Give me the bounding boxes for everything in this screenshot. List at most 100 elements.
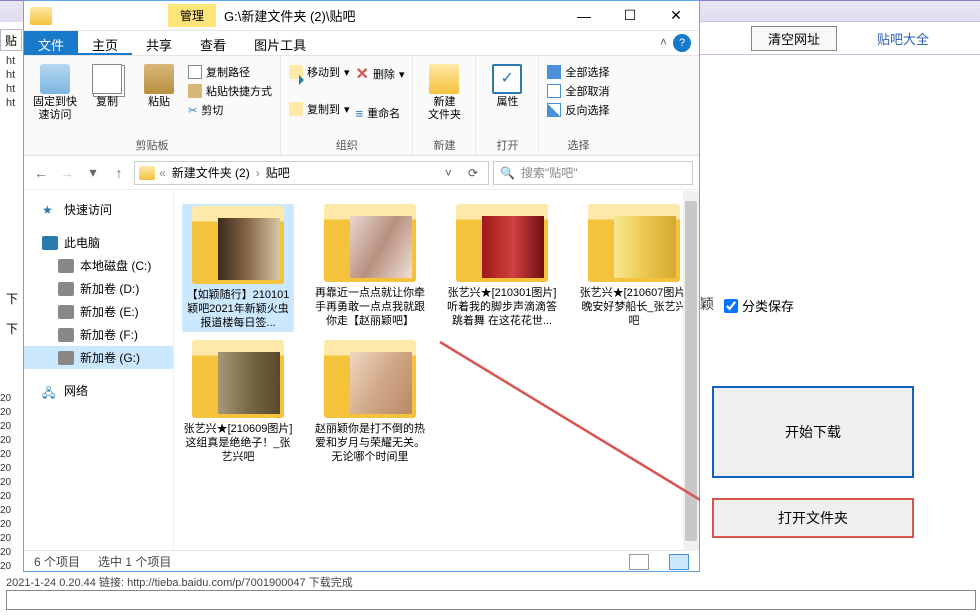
paste-shortcut-button[interactable]: 粘贴快捷方式 bbox=[188, 83, 272, 99]
ribbon-group-new: 新建 文件夹 新建 bbox=[413, 56, 476, 155]
breadcrumb[interactable]: « 新建文件夹 (2) › 贴吧 ˅ ⟳ bbox=[134, 161, 489, 185]
log-box-border bbox=[6, 590, 976, 610]
cut-button[interactable]: ✂剪切 bbox=[188, 102, 272, 118]
recent-dropdown-icon[interactable]: ▾ bbox=[82, 162, 104, 184]
search-input[interactable]: 🔍 搜索"贴吧" bbox=[493, 161, 693, 185]
nav-this-pc[interactable]: 此电脑 bbox=[24, 231, 173, 254]
clear-url-button[interactable]: 清空网址 bbox=[751, 26, 837, 51]
address-bar-row: ← → ▾ ↑ « 新建文件夹 (2) › 贴吧 ˅ ⟳ 🔍 搜索"贴吧" bbox=[24, 156, 699, 190]
back-button[interactable]: ← bbox=[30, 162, 52, 184]
select-none-button[interactable]: 全部取消 bbox=[547, 83, 609, 99]
help-icon[interactable]: ? bbox=[673, 34, 691, 52]
properties-button[interactable]: 属性 bbox=[484, 60, 530, 135]
ribbon: 固定到快 速访问 复制 粘贴 复制路径 粘贴快捷方式 ✂剪切 剪贴板 移动到 ▾… bbox=[24, 56, 699, 156]
scrollbar[interactable] bbox=[683, 191, 699, 551]
category-save-checkbox[interactable]: 分类保存 bbox=[724, 296, 794, 315]
menu-share[interactable]: 共享 bbox=[132, 31, 186, 55]
folder-thumbnail bbox=[324, 204, 416, 282]
folder-name: 张艺兴★[210301图片]听着我的脚步声滴滴答跳着舞 在这花花世... bbox=[446, 286, 558, 328]
group-label-organize: 组织 bbox=[336, 135, 358, 155]
nav-drive-g[interactable]: 新加卷 (G:) bbox=[24, 346, 173, 369]
category-save-input[interactable] bbox=[724, 299, 738, 313]
menu-file[interactable]: 文件 bbox=[24, 31, 78, 55]
folder-name: 再靠近一点点就让你牵手再勇敢一点点我就跟你走【赵丽颖吧】 bbox=[314, 286, 426, 328]
maximize-button[interactable]: ☐ bbox=[607, 1, 653, 31]
navigation-pane: ★快速访问 此电脑 本地磁盘 (C:) 新加卷 (D:) 新加卷 (E:) 新加… bbox=[24, 190, 174, 550]
minimize-button[interactable]: — bbox=[561, 1, 607, 31]
folder-thumbnail bbox=[192, 340, 284, 418]
window-icon bbox=[30, 7, 52, 25]
item-count: 6 个项目 bbox=[34, 553, 80, 570]
pin-quick-access-button[interactable]: 固定到快 速访问 bbox=[32, 60, 78, 135]
delete-button[interactable]: ✕删除 ▾ bbox=[356, 64, 405, 84]
folder-name: 【如颖随行】210101颖吧2021年新颖火虫报道楼每日签... bbox=[184, 288, 292, 330]
menu-picture-tools[interactable]: 图片工具 bbox=[240, 31, 320, 55]
nav-drive-c[interactable]: 本地磁盘 (C:) bbox=[24, 254, 173, 277]
nav-drive-d[interactable]: 新加卷 (D:) bbox=[24, 277, 173, 300]
nav-drive-f[interactable]: 新加卷 (F:) bbox=[24, 323, 173, 346]
move-to-button[interactable]: 移动到 ▾ bbox=[289, 64, 350, 80]
folder-item[interactable]: 张艺兴★[210609图片]这组真是绝绝子！_张艺兴吧 bbox=[182, 340, 294, 464]
thumbnails-view-button[interactable] bbox=[669, 554, 689, 570]
paste-button[interactable]: 粘贴 bbox=[136, 60, 182, 135]
forward-button[interactable]: → bbox=[56, 162, 78, 184]
select-all-button[interactable]: 全部选择 bbox=[547, 64, 609, 80]
nav-drive-e[interactable]: 新加卷 (E:) bbox=[24, 300, 173, 323]
close-button[interactable]: ✕ bbox=[653, 1, 699, 31]
nav-quick-access[interactable]: ★快速访问 bbox=[24, 198, 173, 221]
copy-path-button[interactable]: 复制路径 bbox=[188, 64, 272, 80]
details-view-button[interactable] bbox=[629, 554, 649, 570]
open-folder-button[interactable]: 打开文件夹 bbox=[712, 498, 914, 538]
new-folder-button[interactable]: 新建 文件夹 bbox=[421, 60, 467, 135]
copy-to-button[interactable]: 复制到 ▾ bbox=[289, 101, 350, 117]
folder-name: 张艺兴★[210609图片]这组真是绝绝子！_张艺兴吧 bbox=[182, 422, 294, 464]
downloader-panel: 清空网址 贴吧大全 颖 分类保存 开始下载 打开文件夹 bbox=[700, 0, 980, 616]
folder-item[interactable]: 【如颖随行】210101颖吧2021年新颖火虫报道楼每日签... bbox=[182, 204, 294, 332]
folder-thumbnail bbox=[192, 206, 284, 284]
bg-url-lines: ht ht ht ht bbox=[6, 54, 15, 110]
file-list[interactable]: 【如颖随行】210101颖吧2021年新颖火虫报道楼每日签... 再靠近一点点就让… bbox=[174, 190, 699, 550]
start-download-button[interactable]: 开始下载 bbox=[712, 386, 914, 478]
refresh-icon[interactable]: ⟳ bbox=[462, 166, 484, 180]
folder-item[interactable]: 再靠近一点点就让你牵手再勇敢一点点我就跟你走【赵丽颖吧】 bbox=[314, 204, 426, 332]
tieba-all-link[interactable]: 贴吧大全 bbox=[877, 29, 929, 48]
contextual-tab-manage[interactable]: 管理 bbox=[168, 4, 216, 27]
bg-tab[interactable]: 贴 bbox=[0, 29, 22, 51]
invert-selection-button[interactable]: 反向选择 bbox=[547, 102, 609, 118]
folder-item[interactable]: 张艺兴★[210607图片]晚安好梦船长_张艺兴吧 bbox=[578, 204, 690, 332]
up-button[interactable]: ↑ bbox=[108, 162, 130, 184]
ribbon-group-select: 全部选择 全部取消 反向选择 选择 bbox=[539, 56, 617, 155]
window-title-path: G:\新建文件夹 (2)\贴吧 bbox=[224, 6, 561, 25]
bg-label-2: 下 bbox=[6, 320, 18, 337]
bg-label-1: 下 bbox=[6, 290, 18, 307]
ribbon-group-open: 属性 打开 bbox=[476, 56, 539, 155]
nav-network[interactable]: 🖧网络 bbox=[24, 379, 173, 402]
background-app-sliver: 贴 ht ht ht ht 下 下 20 20 20 20 20 20 20 2… bbox=[0, 0, 23, 616]
menu-home[interactable]: 主页 bbox=[78, 31, 132, 55]
breadcrumb-item[interactable]: 贴吧 bbox=[264, 164, 292, 181]
bg-date-lines: 20 20 20 20 20 20 20 20 20 20 20 20 20 bbox=[0, 392, 11, 574]
rename-button[interactable]: ≡重命名 bbox=[356, 105, 405, 121]
folder-item[interactable]: 张艺兴★[210301图片]听着我的脚步声滴滴答跳着舞 在这花花世... bbox=[446, 204, 558, 332]
folder-thumbnail bbox=[588, 204, 680, 282]
folder-name: 赵丽颖你是打不倒的热爱和岁月与荣耀无关。无论哪个时间里 bbox=[314, 422, 426, 464]
folder-item[interactable]: 赵丽颖你是打不倒的热爱和岁月与荣耀无关。无论哪个时间里 bbox=[314, 340, 426, 464]
ribbon-collapse-icon[interactable]: ˄ bbox=[654, 31, 673, 55]
ribbon-group-clipboard: 固定到快 速访问 复制 粘贴 复制路径 粘贴快捷方式 ✂剪切 剪贴板 bbox=[24, 56, 281, 155]
menu-view[interactable]: 查看 bbox=[186, 31, 240, 55]
file-explorer-window: 管理 G:\新建文件夹 (2)\贴吧 — ☐ ✕ 文件 主页 共享 查看 图片工… bbox=[23, 0, 700, 572]
copy-button[interactable]: 复制 bbox=[84, 60, 130, 135]
titlebar: 管理 G:\新建文件夹 (2)\贴吧 — ☐ ✕ bbox=[24, 1, 699, 31]
address-dropdown-icon[interactable]: ˅ bbox=[439, 166, 458, 180]
group-label-open: 打开 bbox=[496, 135, 518, 155]
selected-count: 选中 1 个项目 bbox=[98, 553, 171, 570]
folder-thumbnail bbox=[324, 340, 416, 418]
breadcrumb-item[interactable]: 新建文件夹 (2) bbox=[170, 164, 252, 181]
folder-icon bbox=[139, 166, 155, 180]
panel-side-label: 颖 bbox=[700, 294, 714, 314]
folder-name: 张艺兴★[210607图片]晚安好梦船长_张艺兴吧 bbox=[578, 286, 690, 328]
group-label-select: 选择 bbox=[567, 135, 589, 155]
ribbon-group-organize: 移动到 ▾ 复制到 ▾ ✕删除 ▾ ≡重命名 组织 bbox=[281, 56, 413, 155]
group-label-new: 新建 bbox=[433, 135, 455, 155]
search-placeholder: 搜索"贴吧" bbox=[521, 164, 578, 181]
